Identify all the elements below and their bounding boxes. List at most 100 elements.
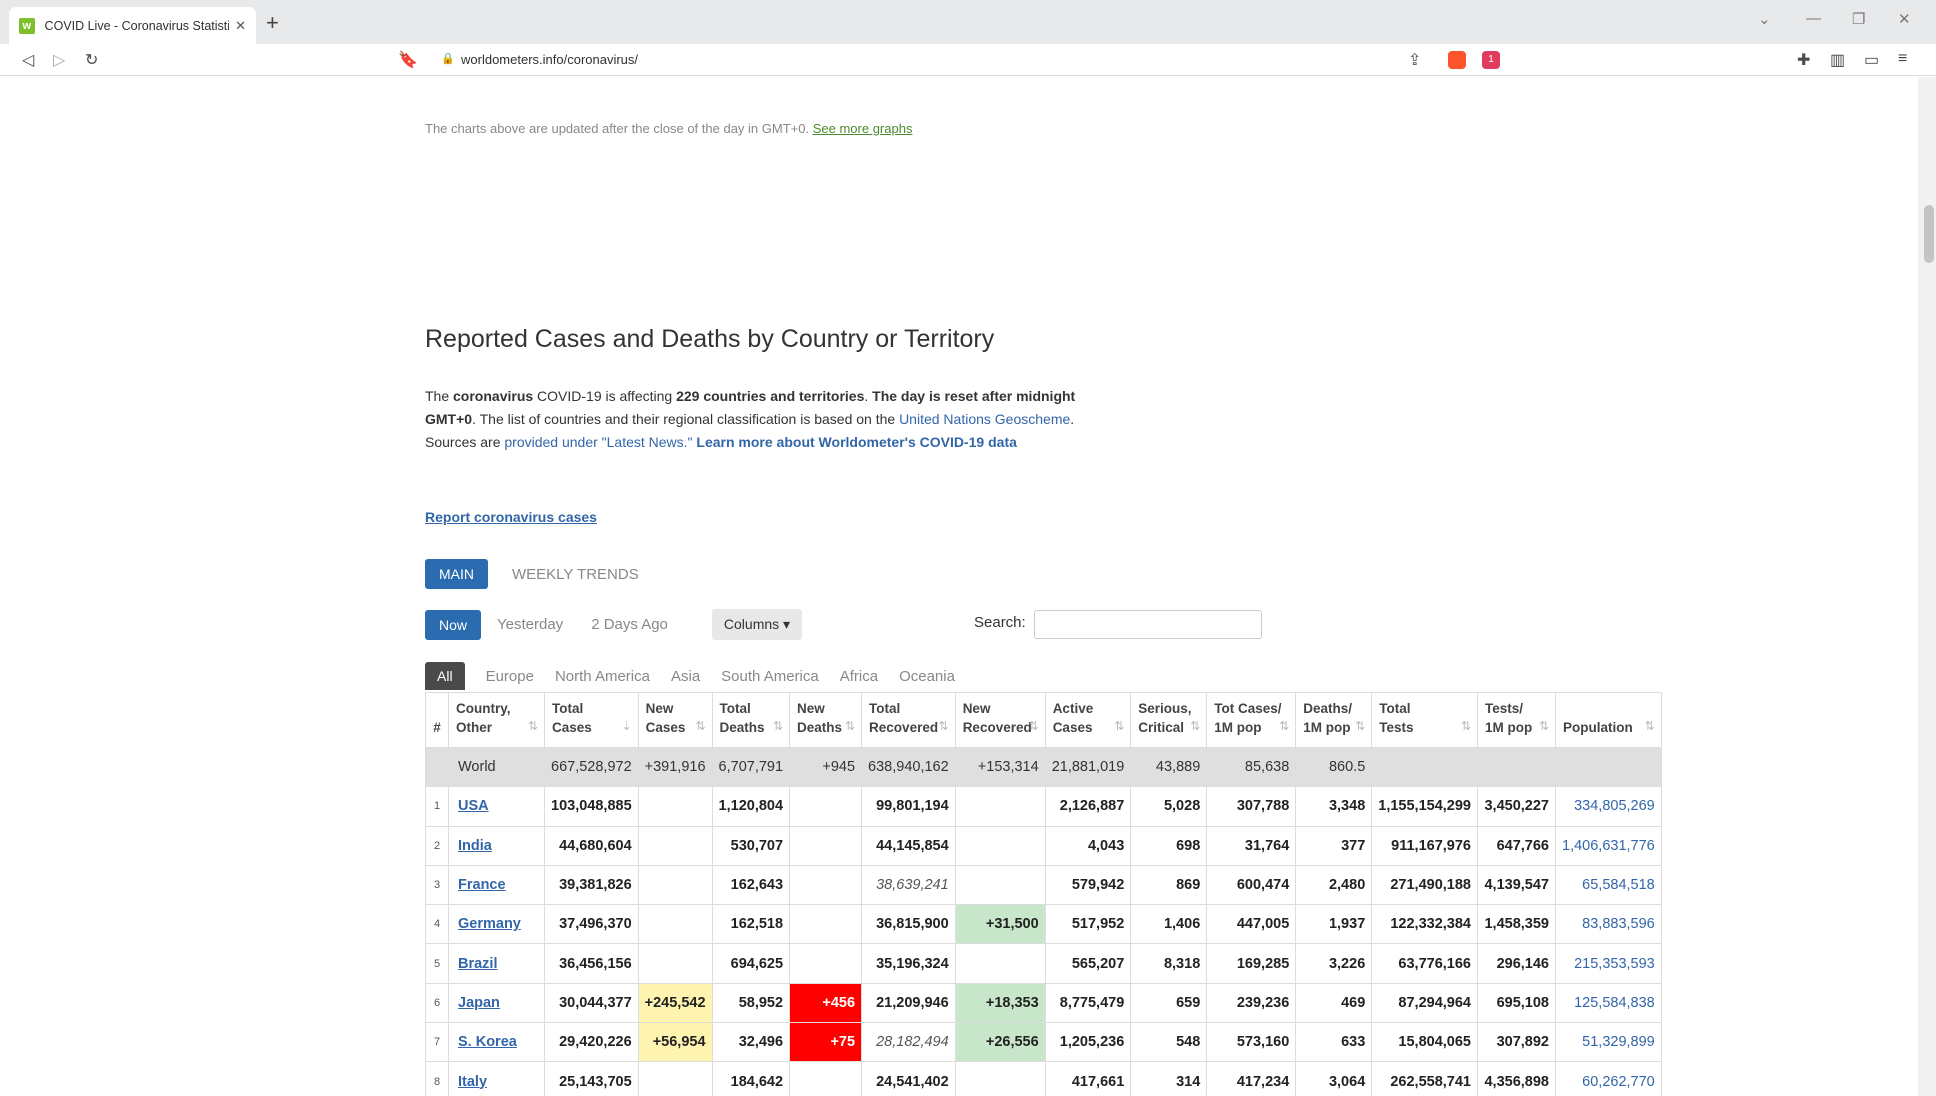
column-header-new-cases[interactable]: New Cases ⇅	[637, 692, 713, 748]
country-link[interactable]: S. Korea	[458, 1034, 517, 1050]
cell-rank: 5	[425, 943, 449, 984]
sort-icon[interactable]: ⇅	[1029, 717, 1039, 736]
column-header-deaths-per-1m[interactable]: Deaths/1M pop ⇅	[1295, 692, 1372, 748]
share-icon[interactable]: ⇪	[1408, 50, 1421, 70]
country-link[interactable]: India	[458, 838, 492, 854]
cell-population[interactable]: 65,584,518	[1555, 865, 1662, 906]
sort-icon[interactable]: ⇅	[695, 717, 705, 736]
sort-icon[interactable]: ⇣	[622, 717, 632, 736]
latest-news-link[interactable]: provided under "Latest News."	[504, 434, 692, 450]
brave-shields-icon[interactable]	[1448, 51, 1466, 69]
country-link[interactable]: France	[458, 877, 506, 893]
report-cases-link[interactable]: Report coronavirus cases	[425, 509, 597, 525]
tab-weekly-trends[interactable]: WEEKLY TRENDS	[512, 566, 639, 583]
browser-toolbar: ◁ ▷ ↻ 🔖 🔒 worldometers.info/coronavirus/…	[0, 44, 1936, 76]
sort-icon[interactable]: ⇅	[773, 717, 783, 736]
region-tab-south-america[interactable]: South America	[721, 668, 819, 685]
vertical-scrollbar[interactable]	[1918, 77, 1936, 1096]
column-header-active-cases[interactable]: Active Cases ⇅	[1044, 692, 1131, 748]
header-line1: Serious,	[1138, 701, 1192, 716]
cell-deaths-per-1m: 633	[1295, 1022, 1372, 1063]
address-bar[interactable]: worldometers.info/coronavirus/	[461, 52, 638, 67]
cell-new-recovered: +153,314	[954, 747, 1046, 788]
brave-rewards-icon[interactable]: 1	[1482, 51, 1500, 69]
wallet-icon[interactable]: ▭	[1864, 50, 1879, 70]
cell-cases-per-1m: 600,474	[1206, 865, 1296, 906]
sort-icon[interactable]: ⇅	[1190, 717, 1200, 736]
column-header-population[interactable]: Population ⇅	[1555, 692, 1662, 748]
cell-total-tests: 15,804,065	[1371, 1022, 1478, 1063]
region-tab-africa[interactable]: Africa	[840, 668, 878, 685]
reload-icon[interactable]: ↻	[85, 50, 98, 70]
column-header-total-recovered[interactable]: Total Recovered ⇅	[861, 692, 956, 748]
cell-tests-per-1m: 296,146	[1477, 943, 1556, 984]
scroll-thumb[interactable]	[1924, 205, 1934, 263]
back-icon[interactable]: ◁	[22, 50, 34, 70]
un-geoscheme-link[interactable]: United Nations Geoscheme	[899, 411, 1070, 427]
header-line2: Other	[456, 720, 493, 735]
sort-icon[interactable]: ⇅	[1461, 717, 1471, 736]
cell-population[interactable]: 125,584,838	[1555, 983, 1662, 1024]
column-header-country[interactable]: Country, Other ⇅	[448, 692, 545, 748]
region-tab-oceania[interactable]: Oceania	[899, 668, 955, 685]
cell-population[interactable]: 1,406,631,776	[1555, 826, 1662, 866]
column-header-cases-per-1m[interactable]: Tot Cases/1M pop ⇅	[1206, 692, 1296, 748]
column-header-tests-per-1m[interactable]: Tests/1M pop ⇅	[1477, 692, 1556, 748]
cell-country: Japan	[448, 983, 545, 1024]
country-link[interactable]: USA	[458, 798, 489, 814]
new-tab-icon[interactable]: +	[266, 10, 279, 36]
sort-icon[interactable]: ⇅	[1355, 717, 1365, 736]
tab-now[interactable]: Now	[425, 609, 482, 640]
intro-bold: coronavirus	[453, 388, 534, 404]
tab-search-chevron-icon[interactable]: ⌄	[1758, 10, 1771, 28]
sort-icon[interactable]: ⇅	[528, 717, 538, 736]
extensions-icon[interactable]: ✚	[1797, 50, 1810, 70]
tab-yesterday[interactable]: Yesterday	[497, 616, 563, 633]
sort-icon[interactable]: ⇅	[939, 717, 949, 736]
column-header-total-cases[interactable]: Total Cases ⇣	[544, 692, 639, 748]
column-header-total-tests[interactable]: Total Tests ⇅	[1371, 692, 1478, 748]
search-input[interactable]	[1034, 610, 1262, 639]
see-more-graphs-link[interactable]: See more graphs	[813, 121, 913, 136]
column-header-new-recovered[interactable]: New Recovered ⇅	[954, 692, 1046, 748]
sort-icon[interactable]: ⇅	[845, 717, 855, 736]
restore-icon[interactable]: ❐	[1852, 10, 1865, 28]
column-header-new-deaths[interactable]: New Deaths ⇅	[789, 692, 862, 748]
tab-main[interactable]: MAIN	[425, 559, 488, 589]
region-tab-asia[interactable]: Asia	[671, 668, 700, 685]
cell-population[interactable]: 51,329,899	[1555, 1022, 1662, 1063]
cell-total-tests	[1371, 747, 1478, 788]
sort-icon[interactable]: ⇅	[1539, 717, 1549, 736]
country-link[interactable]: Germany	[458, 916, 521, 932]
columns-dropdown-button[interactable]: Columns ▾	[711, 609, 803, 640]
cell-population[interactable]: 215,353,593	[1555, 943, 1662, 984]
column-header-serious-critical[interactable]: Serious, Critical ⇅	[1130, 692, 1207, 748]
region-tab-europe[interactable]: Europe	[486, 668, 534, 685]
cell-population[interactable]: 60,262,770	[1555, 1061, 1662, 1096]
country-link[interactable]: Japan	[458, 995, 500, 1011]
sidebar-icon[interactable]: ▥	[1830, 50, 1845, 70]
learn-more-link[interactable]: Learn more about Worldometer's COVID-19 …	[696, 434, 1016, 450]
country-link[interactable]: Italy	[458, 1074, 487, 1090]
cell-population[interactable]: 83,883,596	[1555, 904, 1662, 945]
forward-icon[interactable]: ▷	[53, 50, 65, 70]
region-tab-north-america[interactable]: North America	[555, 668, 650, 685]
header-line1: Tot Cases/	[1214, 701, 1282, 716]
menu-icon[interactable]: ≡	[1898, 50, 1907, 68]
cell-population[interactable]: 334,805,269	[1555, 786, 1662, 827]
cell-country: USA	[448, 786, 545, 827]
region-tab-all[interactable]: All	[425, 662, 465, 690]
country-link[interactable]: Brazil	[458, 956, 498, 972]
column-header-total-deaths[interactable]: Total Deaths ⇅	[711, 692, 790, 748]
column-header-rank[interactable]: #	[425, 692, 449, 748]
sort-icon[interactable]: ⇅	[1645, 717, 1655, 736]
tab-close-icon[interactable]: ✕	[235, 18, 246, 34]
cell-total-tests: 271,490,188	[1371, 865, 1478, 906]
bookmark-icon[interactable]: 🔖	[398, 50, 418, 70]
browser-tab[interactable]: w COVID Live - Coronavirus Statistics ✕	[9, 7, 256, 44]
tab-2-days-ago[interactable]: 2 Days Ago	[591, 616, 668, 633]
sort-icon[interactable]: ⇅	[1279, 717, 1289, 736]
minimize-icon[interactable]: —	[1806, 10, 1821, 27]
sort-icon[interactable]: ⇅	[1114, 717, 1124, 736]
close-window-icon[interactable]: ✕	[1898, 10, 1911, 28]
